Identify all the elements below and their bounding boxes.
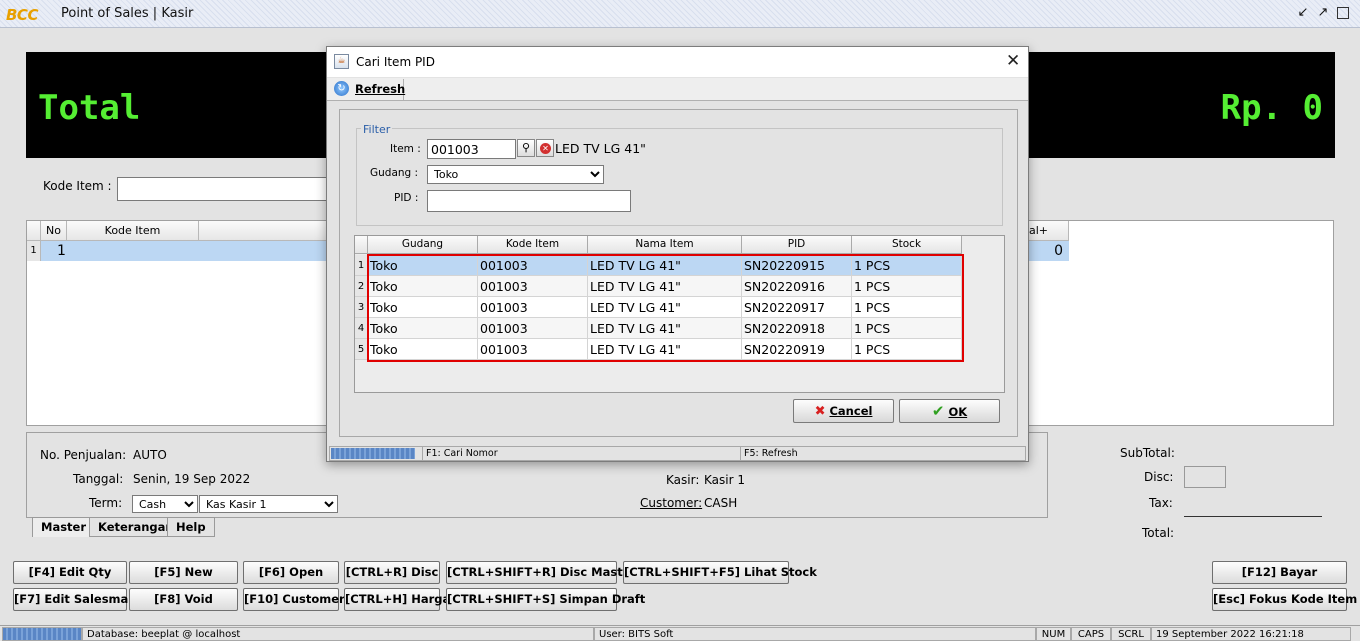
term-select[interactable]: Cash bbox=[132, 495, 198, 513]
ok-button[interactable]: ✔ OK bbox=[899, 399, 1000, 423]
col-header-nama-item[interactable]: Nama Item bbox=[588, 236, 742, 254]
status-datetime: 19 September 2022 16:21:18 bbox=[1151, 627, 1351, 641]
java-icon: ☕ bbox=[334, 54, 349, 69]
search-icon[interactable]: ⚲ bbox=[517, 139, 535, 157]
total-value: Rp. 0 bbox=[1220, 88, 1323, 128]
col-header-no[interactable]: No bbox=[41, 221, 67, 241]
status-caps: CAPS bbox=[1071, 627, 1111, 641]
refresh-icon: ↻ bbox=[334, 81, 349, 96]
col-header-pid[interactable]: PID bbox=[742, 236, 852, 254]
dialog-status-bar: F1: Cari Nomor F5: Refresh bbox=[329, 446, 1026, 461]
status-scrl: SCRL bbox=[1111, 627, 1151, 641]
window-title: Point of Sales | Kasir bbox=[61, 6, 194, 21]
cell-no: 1 bbox=[57, 243, 66, 259]
col-header-kode-item[interactable]: Kode Item bbox=[478, 236, 588, 254]
restore-icon[interactable]: ↙ bbox=[1295, 5, 1311, 21]
close-icon[interactable]: ✕ bbox=[1006, 51, 1020, 71]
hint-cari-nomor: F1: Cari Nomor bbox=[422, 447, 740, 460]
open-button[interactable]: [F6] Open bbox=[243, 561, 339, 584]
no-penjualan-value: AUTO bbox=[133, 448, 167, 462]
summary-divider bbox=[1184, 516, 1322, 517]
cari-item-pid-dialog: ☕ Cari Item PID ✕ ↻ Refresh Filter Item … bbox=[326, 46, 1029, 462]
tanggal-value: Senin, 19 Sep 2022 bbox=[133, 472, 251, 486]
pid-input[interactable] bbox=[427, 190, 631, 212]
cancel-icon: ✖ bbox=[814, 404, 826, 419]
clear-icon[interactable]: ✕ bbox=[536, 139, 554, 157]
refresh-label: Refresh bbox=[355, 82, 406, 96]
kode-item-label: Kode Item : bbox=[43, 179, 112, 193]
customer-value: CASH bbox=[704, 496, 738, 510]
cell-total: 0 bbox=[1054, 243, 1063, 259]
refresh-button[interactable]: ↻ Refresh bbox=[329, 79, 406, 100]
dialog-title: Cari Item PID bbox=[356, 55, 435, 69]
disc-input[interactable] bbox=[1184, 466, 1226, 488]
item-name: LED TV LG 41" bbox=[555, 141, 646, 156]
no-penjualan-label: No. Penjualan: bbox=[40, 448, 127, 462]
lihat-stock-button[interactable]: [CTRL+SHIFT+F5] Lihat Stock bbox=[623, 561, 817, 584]
dialog-progress bbox=[331, 448, 415, 459]
cancel-button[interactable]: ✖ Cancel bbox=[793, 399, 894, 423]
total-label: Total bbox=[38, 88, 141, 128]
table-corner bbox=[27, 221, 41, 241]
minimize-icon[interactable]: ↗ bbox=[1315, 5, 1331, 21]
highlight-box bbox=[367, 254, 964, 362]
gudang-label: Gudang : bbox=[370, 167, 419, 179]
total-summary-label: Total: bbox=[1142, 526, 1175, 540]
customer-button[interactable]: [F10] Customer bbox=[243, 588, 345, 611]
kasir-label: Kasir: bbox=[666, 473, 700, 487]
kode-item-input[interactable] bbox=[117, 177, 333, 201]
col-header-kode-item[interactable]: Kode Item bbox=[67, 221, 199, 241]
filter-group: Filter Item : ⚲ ✕ LED TV LG 41" Gudang :… bbox=[356, 123, 1003, 226]
tanggal-label: Tanggal: bbox=[73, 472, 124, 486]
pid-label: PID : bbox=[394, 192, 419, 204]
dialog-title-bar: ☕ Cari Item PID ✕ bbox=[327, 47, 1028, 77]
title-bar: BCC Point of Sales | Kasir ↙ ↗ bbox=[0, 0, 1360, 28]
disc-button[interactable]: [CTRL+R] Disc bbox=[344, 561, 440, 584]
app-logo: BCC bbox=[6, 6, 38, 24]
simpan-draft-button[interactable]: [CTRL+SHIFT+S] Simpan Draft bbox=[446, 588, 645, 611]
dialog-body: Filter Item : ⚲ ✕ LED TV LG 41" Gudang :… bbox=[339, 109, 1018, 437]
col-header-stock[interactable]: Stock bbox=[852, 236, 962, 254]
col-header-hidden[interactable] bbox=[199, 221, 329, 241]
edit-qty-button[interactable]: [F4] Edit Qty bbox=[13, 561, 127, 584]
status-user: User: BITS Soft bbox=[594, 627, 1036, 641]
tab-help[interactable]: Help bbox=[167, 517, 215, 537]
tax-label: Tax: bbox=[1149, 496, 1173, 510]
grid-corner bbox=[355, 236, 368, 254]
row-number: 1 bbox=[27, 241, 41, 261]
col-header-gudang[interactable]: Gudang bbox=[368, 236, 478, 254]
customer-label[interactable]: Customer: bbox=[640, 496, 702, 510]
cancel-label: Cancel bbox=[829, 404, 873, 418]
col-header-total[interactable]: al+ bbox=[1027, 221, 1069, 241]
void-button[interactable]: [F8] Void bbox=[129, 588, 238, 611]
edit-salesman-button[interactable]: [F7] Edit Salesman bbox=[13, 588, 136, 611]
disc-master-button[interactable]: [CTRL+SHIFT+R] Disc Master bbox=[446, 561, 636, 584]
pid-grid[interactable]: Gudang Kode Item Nama Item PID Stock 1 To… bbox=[354, 235, 1005, 393]
status-num: NUM bbox=[1036, 627, 1071, 641]
term-label: Term: bbox=[89, 496, 123, 510]
new-button[interactable]: [F5] New bbox=[129, 561, 238, 584]
progress-indicator bbox=[2, 627, 82, 641]
fokus-kode-item-button[interactable]: [Esc] Fokus Kode Item bbox=[1212, 588, 1357, 611]
tab-master[interactable]: Master bbox=[32, 517, 96, 537]
filter-legend: Filter bbox=[361, 123, 393, 136]
gudang-select[interactable]: Toko bbox=[427, 165, 604, 184]
ok-label: OK bbox=[948, 405, 968, 419]
status-database: Database: beeplat @ localhost bbox=[82, 627, 594, 641]
bayar-button[interactable]: [F12] Bayar bbox=[1212, 561, 1347, 584]
status-bar: Database: beeplat @ localhost User: BITS… bbox=[0, 625, 1360, 641]
disc-label: Disc: bbox=[1144, 470, 1174, 484]
hint-refresh: F5: Refresh bbox=[740, 447, 1020, 460]
kas-select[interactable]: Kas Kasir 1 bbox=[199, 495, 338, 513]
item-input[interactable] bbox=[427, 139, 516, 159]
subtotal-label: SubTotal: bbox=[1120, 446, 1175, 460]
harga-button[interactable]: [CTRL+H] Harga bbox=[344, 588, 450, 611]
check-icon: ✔ bbox=[931, 402, 945, 420]
dialog-toolbar: ↻ Refresh bbox=[327, 78, 1028, 101]
kasir-value: Kasir 1 bbox=[704, 473, 745, 487]
maximize-icon[interactable] bbox=[1337, 7, 1349, 19]
item-label: Item : bbox=[390, 143, 421, 155]
